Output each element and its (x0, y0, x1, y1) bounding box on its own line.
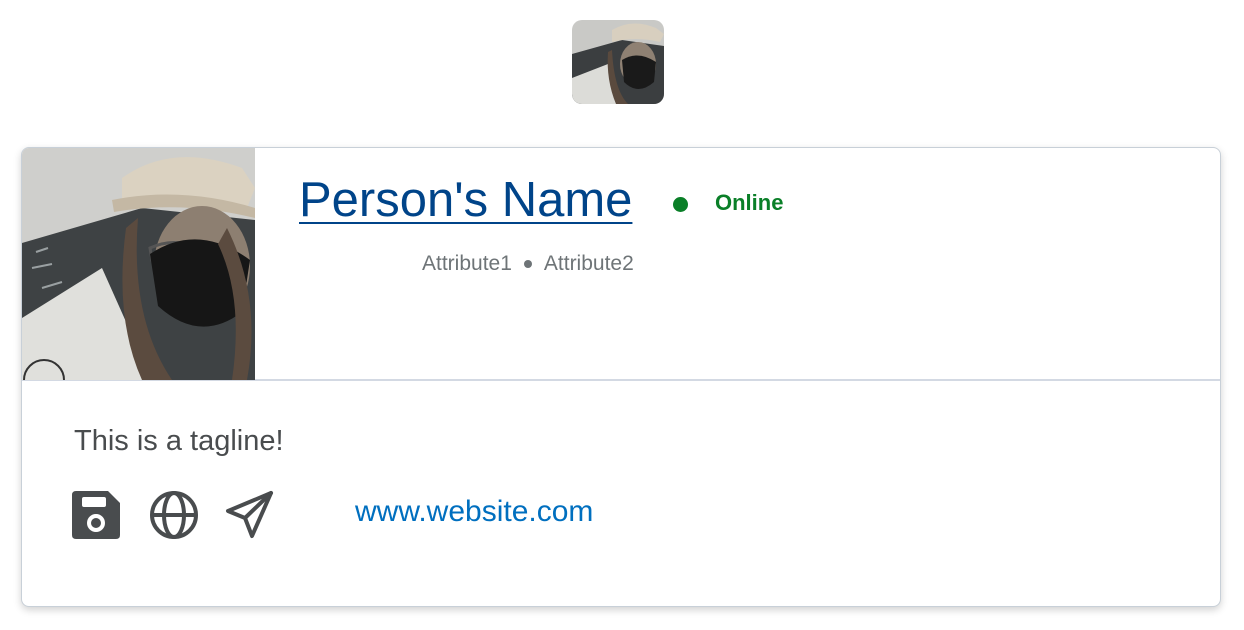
avatar-thumbnail[interactable] (572, 20, 664, 104)
presence-status-label: Online (715, 190, 784, 215)
globe-icon[interactable] (148, 489, 200, 541)
presence-status-dot (673, 197, 688, 212)
attribute-separator-dot (523, 260, 532, 268)
profile-card-header: Person's Name Online Attribute1 Attribut… (22, 148, 1220, 381)
send-paper-plane-icon[interactable] (224, 489, 276, 541)
attribute-item: Attribute1 (422, 252, 512, 275)
person-name-link[interactable]: Person's Name (299, 172, 632, 228)
profile-photo (22, 148, 255, 380)
profile-card-body: This is a tagline! www.website.com (22, 381, 1220, 606)
profile-attributes: Attribute1 Attribute2 (422, 252, 634, 276)
website-link[interactable]: www.website.com (355, 495, 593, 529)
profile-page: Person's Name Online Attribute1 Attribut… (0, 0, 1244, 630)
profile-tagline: This is a tagline! (74, 425, 284, 457)
attribute-item: Attribute2 (543, 252, 634, 275)
profile-card: Person's Name Online Attribute1 Attribut… (21, 147, 1221, 607)
save-disk-icon[interactable] (70, 489, 122, 541)
